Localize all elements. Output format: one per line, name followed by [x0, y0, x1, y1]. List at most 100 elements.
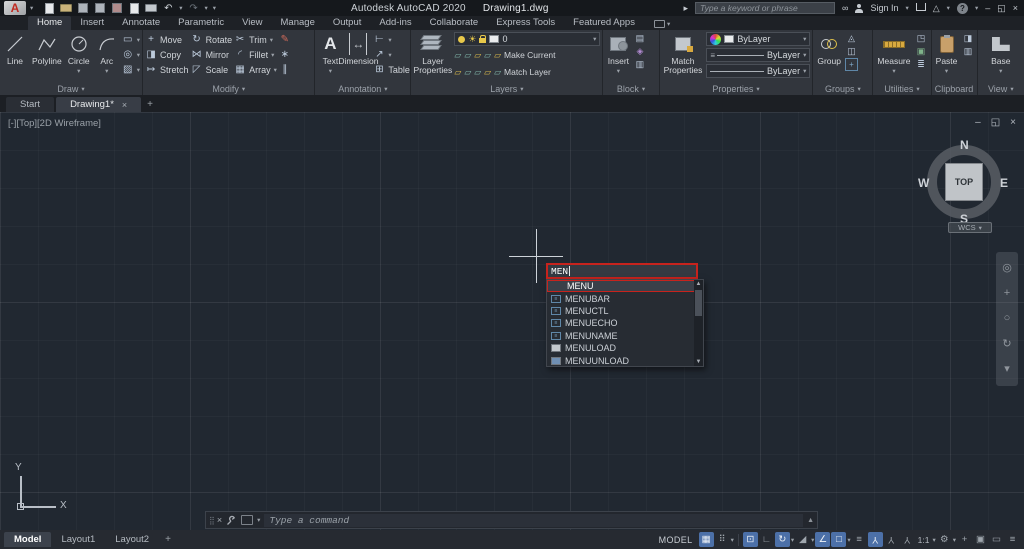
- paste-button[interactable]: Paste ▾: [934, 32, 960, 76]
- command-input[interactable]: Type a command: [264, 514, 803, 527]
- file-tab-drawing1[interactable]: Drawing1* ×: [56, 97, 141, 112]
- isometric-drafting-toggle[interactable]: ◢: [795, 532, 810, 547]
- viewport-controls[interactable]: [-][Top][2D Wireframe]: [8, 118, 101, 129]
- annotation-monitor-toggle[interactable]: Y: [900, 532, 915, 547]
- command-history-icon[interactable]: ▲: [807, 517, 814, 524]
- help-chevron-icon[interactable]: ▾: [975, 4, 978, 12]
- search-arrow-icon[interactable]: ▸: [684, 3, 689, 14]
- suggestion-menubar[interactable]: ≡MENUBAR: [547, 292, 703, 304]
- sign-in-chevron-icon[interactable]: ▾: [905, 4, 908, 12]
- tab-collaborate[interactable]: Collaborate: [421, 16, 488, 30]
- close-button[interactable]: ×: [1013, 3, 1018, 13]
- polyline-tool[interactable]: Polyline: [30, 32, 64, 67]
- chevron-down-icon[interactable]: ▾: [811, 536, 814, 544]
- file-tab-start[interactable]: Start: [6, 97, 54, 112]
- layer-properties-button[interactable]: Layer Properties: [413, 32, 452, 76]
- tab-addins[interactable]: Add-ins: [370, 16, 420, 30]
- nav-more-icon[interactable]: ▾: [1004, 364, 1010, 375]
- viewcube-east[interactable]: E: [1000, 176, 1008, 190]
- layer-tool-icon[interactable]: ▱: [474, 50, 481, 61]
- space-indicator[interactable]: MODEL: [659, 535, 693, 545]
- text-tool[interactable]: A Text ▾: [317, 32, 343, 76]
- restore-button[interactable]: ◱: [997, 3, 1006, 14]
- copy-tool[interactable]: ◨Copy: [145, 47, 189, 62]
- app-menu-button[interactable]: A: [4, 1, 26, 15]
- panel-label-groups[interactable]: Groups▾: [813, 82, 872, 95]
- panel-label-block[interactable]: Block▾: [603, 82, 658, 95]
- new-file-icon[interactable]: [43, 3, 55, 14]
- quick-calc-tool[interactable]: ◳: [914, 32, 927, 45]
- viewcube-top-face[interactable]: TOP: [945, 163, 983, 201]
- match-properties-button[interactable]: Match Properties: [662, 32, 705, 76]
- viewcube-west[interactable]: W: [918, 176, 929, 190]
- transfer-icon[interactable]: [128, 3, 140, 14]
- panel-label-properties[interactable]: Properties▾: [660, 82, 813, 95]
- layer-tool-icon[interactable]: ▱: [464, 50, 471, 61]
- save-as-icon[interactable]: [94, 3, 106, 14]
- group-button[interactable]: Group: [815, 32, 843, 67]
- autodesk-mark-icon[interactable]: △: [933, 3, 940, 14]
- tab-view[interactable]: View: [233, 16, 271, 30]
- customize-wrench-icon[interactable]: [226, 515, 237, 526]
- isolate-objects-button[interactable]: ▣: [973, 532, 988, 547]
- close-tab-icon[interactable]: ×: [122, 100, 127, 110]
- command-line-close-icon[interactable]: ×: [217, 515, 222, 525]
- arc-tool[interactable]: Arc ▾: [94, 32, 120, 76]
- object-snap-toggle[interactable]: □: [831, 532, 846, 547]
- viewcube[interactable]: TOP N S W E: [922, 140, 1006, 224]
- chevron-down-icon[interactable]: ▾: [77, 67, 80, 75]
- wcs-dropdown[interactable]: WCS ▾: [948, 222, 992, 233]
- fillet-tool[interactable]: ◜Fillet▾: [234, 47, 277, 62]
- autodesk-chevron-icon[interactable]: ▾: [947, 4, 950, 12]
- layout2-tab[interactable]: Layout2: [105, 532, 159, 547]
- panel-label-utilities[interactable]: Utilities▾: [873, 82, 930, 95]
- ribbon-display-toggle[interactable]: ▾: [654, 20, 670, 30]
- doc-close-button[interactable]: ×: [1010, 117, 1016, 128]
- panel-label-draw[interactable]: Draw▾: [0, 82, 142, 95]
- nav-wheel-icon[interactable]: ◎: [1002, 263, 1012, 274]
- rectangle-tool[interactable]: ▭▾: [122, 32, 140, 47]
- tab-annotate[interactable]: Annotate: [113, 16, 169, 30]
- new-layout-icon[interactable]: +: [159, 534, 177, 545]
- layout1-tab[interactable]: Layout1: [51, 532, 105, 547]
- model-tab[interactable]: Model: [4, 532, 51, 547]
- chevron-down-icon[interactable]: ▾: [999, 67, 1002, 75]
- nav-orbit-icon[interactable]: ↻: [1002, 339, 1011, 350]
- save-icon[interactable]: [77, 3, 89, 14]
- dynamic-command-input[interactable]: MEN: [546, 263, 698, 279]
- block-editor-tool[interactable]: ▥: [633, 58, 646, 71]
- open-file-icon[interactable]: [60, 3, 72, 14]
- suggestion-menuecho[interactable]: ≡MENUECHO: [547, 317, 703, 329]
- group-selection-tool[interactable]: +: [845, 58, 858, 71]
- match-layer-button[interactable]: Match Layer: [504, 67, 551, 77]
- insert-block-button[interactable]: Insert ▾: [605, 32, 631, 76]
- nav-pan-icon[interactable]: +: [1004, 288, 1010, 299]
- command-line[interactable]: ⣿ × ▾ Type a command ▲: [205, 511, 818, 529]
- mirror-tool[interactable]: ⋈Mirror: [191, 47, 233, 62]
- help-search-input[interactable]: Type a keyword or phrase: [695, 2, 835, 14]
- linetype-dropdown[interactable]: ByLayer ▾: [706, 64, 810, 78]
- layer-on-icon[interactable]: [458, 36, 465, 43]
- annotation-scale-button[interactable]: 1:1: [916, 535, 932, 545]
- undo-chevron-icon[interactable]: ▾: [179, 4, 182, 12]
- grid-toggle[interactable]: ▦: [699, 532, 714, 547]
- ellipse-tool[interactable]: ◎▾: [122, 47, 140, 62]
- nav-zoom-icon[interactable]: ○: [1004, 313, 1011, 324]
- layer-color-swatch[interactable]: [489, 35, 499, 43]
- help-icon[interactable]: ?: [957, 3, 968, 14]
- copy-clip-tool[interactable]: ◨: [962, 32, 975, 45]
- chevron-down-icon[interactable]: ▾: [892, 67, 895, 75]
- scroll-thumb[interactable]: [695, 290, 702, 316]
- id-point-tool[interactable]: ▣: [914, 45, 927, 58]
- command-line-grip[interactable]: ⣿: [209, 516, 213, 525]
- suggestion-menuname[interactable]: ≡MENUNAME: [547, 330, 703, 342]
- search-icon[interactable]: ∞: [842, 3, 848, 13]
- panel-label-clipboard[interactable]: Clipboard: [932, 82, 977, 95]
- base-view-button[interactable]: Base ▾: [988, 32, 1014, 76]
- popup-scrollbar[interactable]: ▲ ▼: [694, 280, 703, 366]
- layer-tool-icon[interactable]: ▱: [464, 67, 471, 78]
- chevron-down-icon[interactable]: ▾: [731, 536, 734, 544]
- plot-icon[interactable]: [111, 3, 123, 14]
- leader-tool[interactable]: ⊢▾: [373, 32, 410, 47]
- doc-restore-button[interactable]: ◱: [991, 117, 1000, 128]
